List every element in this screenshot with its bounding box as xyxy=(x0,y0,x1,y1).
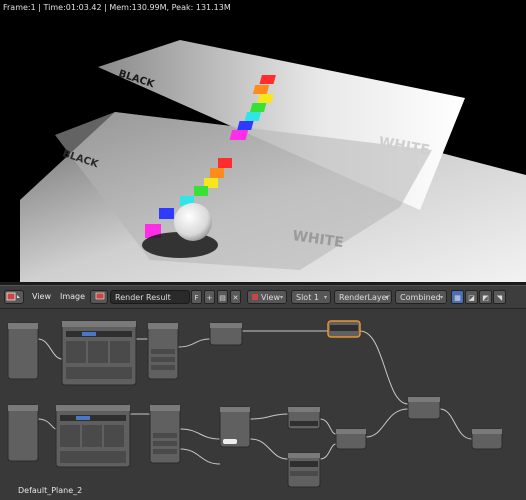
node-material-output xyxy=(471,428,503,450)
menu-view[interactable]: View xyxy=(32,290,51,304)
slot-dropdown-label: Slot 1 xyxy=(296,293,319,302)
image-editor-type-icon[interactable] xyxy=(4,290,24,304)
sphere xyxy=(174,203,212,241)
chevron-down-icon: ▾ xyxy=(384,294,388,301)
sphere-shadow xyxy=(142,232,218,258)
plus-icon[interactable]: + xyxy=(204,290,215,304)
node-selected xyxy=(327,320,361,338)
rendered-scene: BLACK WHITE BLACK WHITE xyxy=(20,40,526,282)
close-icon[interactable]: ✕ xyxy=(230,290,241,304)
render-pass-dropdown[interactable]: Combined ▾ xyxy=(395,290,447,304)
node-color-ramp xyxy=(287,452,321,488)
node-editor[interactable]: Default_Plane_2 xyxy=(0,309,526,500)
node-math-1 xyxy=(219,406,251,448)
node-mapping-2 xyxy=(55,404,131,468)
node-graph[interactable] xyxy=(0,309,526,500)
node-mix-shader xyxy=(407,396,441,420)
image-browse-button[interactable] xyxy=(90,290,108,304)
node-mapping-1 xyxy=(61,320,137,386)
chevron-down-icon: ▾ xyxy=(323,294,327,301)
alpha-icon[interactable]: ◪ xyxy=(465,290,478,304)
image-editor-header: View Image Render Result F + ▤ ✕ View ▾ … xyxy=(0,285,526,309)
view-dropdown[interactable]: View ▾ xyxy=(247,290,287,304)
sample-icon[interactable]: ◥ xyxy=(493,290,506,304)
node-math-2 xyxy=(287,406,321,430)
node-image-texture-1 xyxy=(147,322,179,380)
checker-icon[interactable]: ▦ xyxy=(451,290,464,304)
menu-image[interactable]: Image xyxy=(60,290,85,304)
folder-icon[interactable]: ▤ xyxy=(217,290,228,304)
chevron-down-icon: ▾ xyxy=(439,294,443,301)
zbuffer-icon[interactable]: ◩ xyxy=(479,290,492,304)
material-name-label: Default_Plane_2 xyxy=(18,486,83,495)
render-layer-label: RenderLayer xyxy=(339,293,390,302)
image-name-field[interactable]: Render Result xyxy=(110,290,190,304)
node-texture-coordinate-2 xyxy=(7,404,39,462)
node-image-texture-2 xyxy=(149,404,181,464)
view-dropdown-label: View xyxy=(261,293,280,302)
render-info-text: Frame:1 | Time:01:03.42 | Mem:130.99M, P… xyxy=(3,3,231,12)
chevron-down-icon: ▾ xyxy=(279,294,283,301)
fake-user-button[interactable]: F xyxy=(191,290,202,304)
node-mix-2 xyxy=(335,428,367,450)
node-texture-coordinate-1 xyxy=(7,322,39,380)
node-mix-1 xyxy=(209,322,243,346)
render-pass-label: Combined xyxy=(400,293,441,302)
render-layer-dropdown[interactable]: RenderLayer ▾ xyxy=(334,290,392,304)
render-result-viewport[interactable]: BLACK WHITE BLACK WHITE Frame:1 | Time:0… xyxy=(0,0,526,282)
slot-dropdown[interactable]: Slot 1 ▾ xyxy=(291,290,331,304)
